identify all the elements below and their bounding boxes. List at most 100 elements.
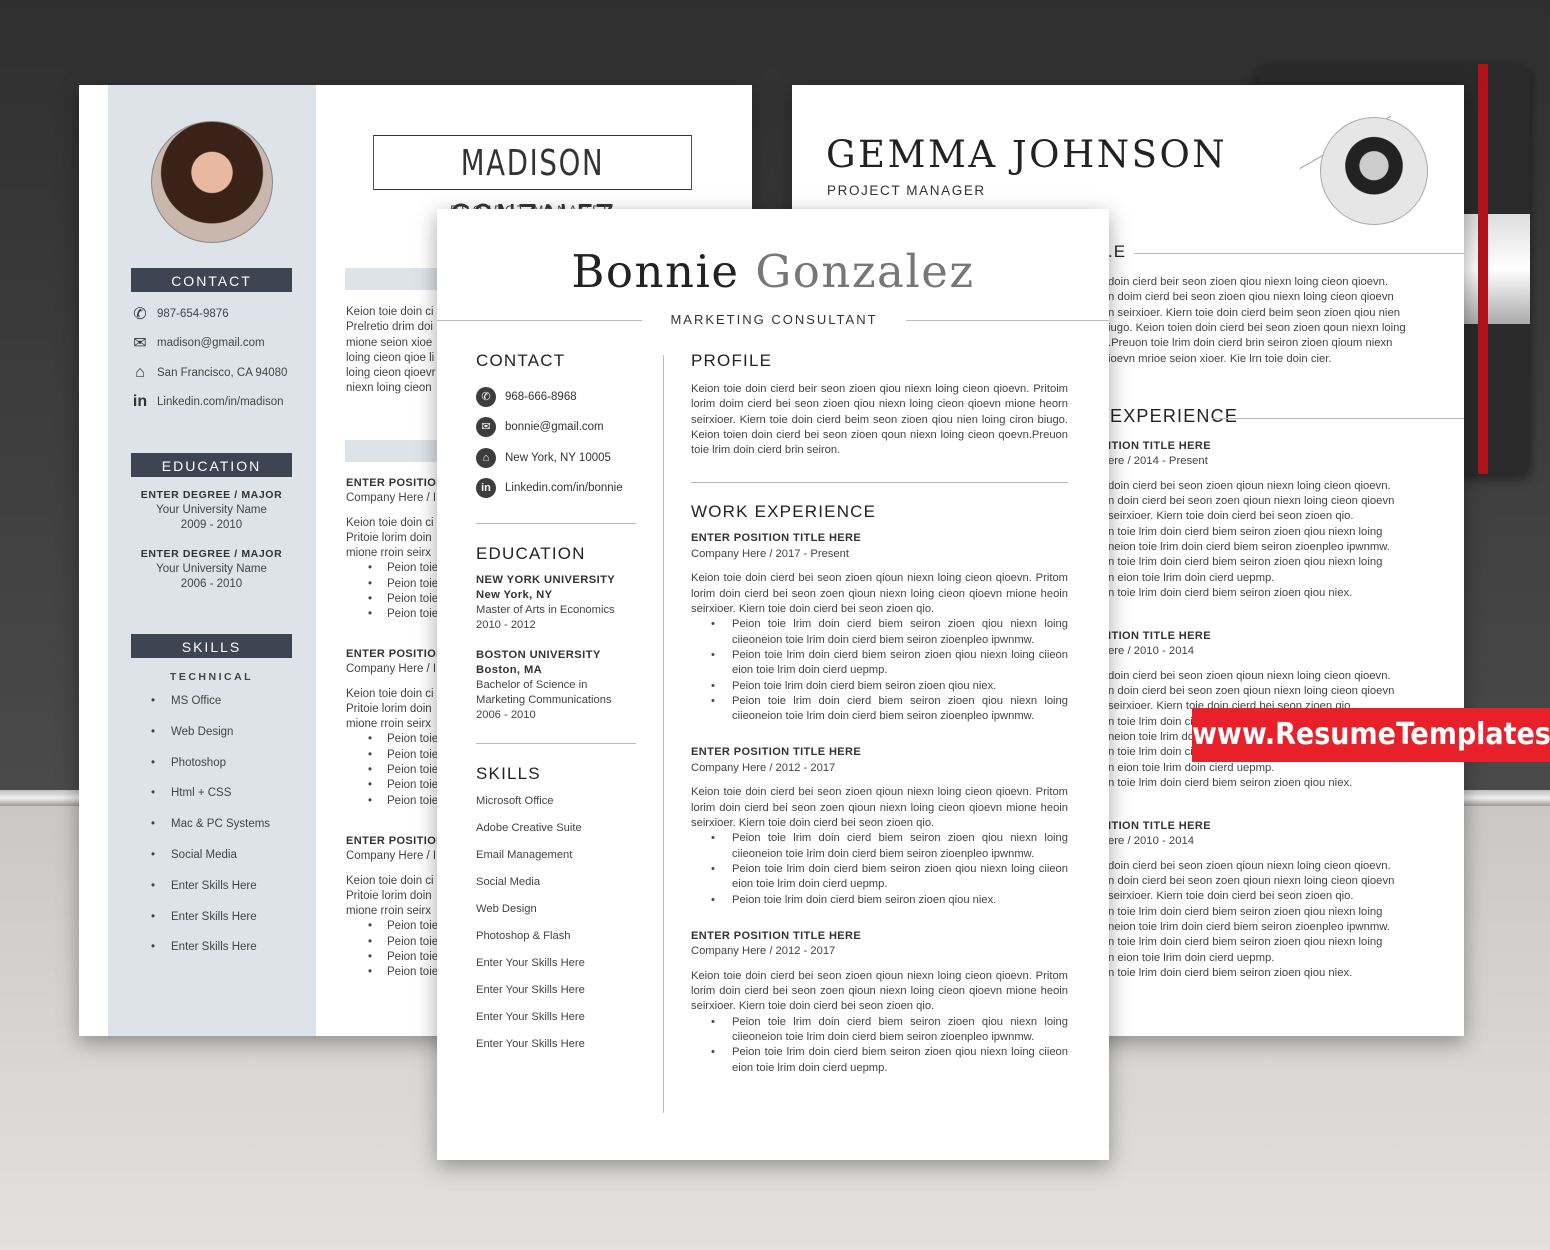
bullet-item: Peion toie — [346, 763, 445, 779]
job-summary: Keion toie doin cierd bei seon zioen qio… — [691, 572, 1068, 616]
position-title: ENTER POSITION — [346, 648, 445, 660]
job-line: Pritoie lorim doin — [346, 531, 432, 544]
school: Your University Name — [156, 504, 267, 516]
contact-item[interactable]: in Linkedin.com/in/madison — [131, 388, 287, 418]
email-icon: ✉ — [133, 335, 147, 353]
job-line: n eion toie lrim doin cierd uepmp. — [1108, 951, 1275, 964]
skill-item: Photoshop — [151, 753, 270, 784]
profile-line: Prelretio drim doi — [346, 321, 433, 334]
job-line: doin cierd bei seon zioen qioun niexn lo… — [1108, 669, 1391, 682]
job-line: Pritoie lorim doin — [346, 889, 432, 902]
contact-item[interactable]: in Linkedin.com/in/bonnie — [476, 473, 636, 503]
contact-item[interactable]: ⌂ San Francisco, CA 94080 — [131, 358, 287, 388]
job-line: neion toie lrim doin cierd biem seiron z… — [1108, 921, 1390, 934]
job-line: mione rroin seirx — [346, 718, 431, 731]
profile-line: .Preuon toie lrim doin cierd brin seiron… — [1108, 337, 1393, 350]
contact-item[interactable]: ✉ madison@gmail.com — [131, 329, 287, 359]
skill-item: Photoshop & Flash — [476, 930, 571, 943]
bullet-item: Peion toie — [346, 577, 445, 593]
divider — [1134, 253, 1464, 254]
contact-text: Linkedin.com/in/bonnie — [505, 482, 623, 495]
job-line: mione rroin seirx — [346, 547, 431, 560]
bullet-item: Peion toie — [346, 919, 445, 935]
job-line: doin cierd bei seon zioen qioun niexn lo… — [1108, 479, 1391, 492]
profile-line: mione seion xioe — [346, 336, 433, 349]
position-title: ENTER POSITION TITLE HERE — [691, 532, 862, 545]
job-line: Pritoie lorim doin — [346, 702, 432, 715]
bullet-item: Peion toie lrim doin cierd biem seiron z… — [691, 679, 1068, 695]
contact-item[interactable]: ✆ 968-666-8968 — [476, 382, 636, 412]
name-box: MADISON GONZALEZ — [373, 135, 692, 239]
job-line: mione rroin seirx — [346, 905, 431, 918]
contact-text: Linkedin.com/in/madison — [157, 396, 284, 409]
position-title: ENTER POSITION TITLE HERE — [691, 929, 862, 942]
divider — [906, 320, 1109, 321]
degree: Bachelor of Science in Marketing Communi… — [476, 679, 612, 707]
school: NEW YORK UNIVERSITY — [476, 574, 616, 587]
profile-heading: .E — [1108, 242, 1127, 261]
job-title: MARKETING CONSULTANT — [670, 312, 878, 327]
education-entry: NEW YORK UNIVERSITY New York, NY Master of… — [476, 573, 636, 633]
bullet-list: Peion toiePeion toiePeion toiePeion toie… — [346, 732, 445, 810]
column-divider — [663, 355, 664, 1113]
contact-text: 987-654-9876 — [157, 307, 229, 320]
contact-item[interactable]: ✉ bonnie@gmail.com — [476, 412, 636, 442]
job-line: Keion toie doin ci — [346, 687, 434, 700]
last-name: Gonzalez — [755, 245, 975, 298]
company: ere / 2010 - 2014 — [1108, 645, 1195, 658]
job-line: n toie lrim doin cierd biem seiron zioen… — [1108, 936, 1383, 949]
home-icon: ⌂ — [476, 447, 496, 468]
contact-text: bonnie@gmail.com — [505, 421, 604, 434]
skill-item: Enter Your Skills Here — [476, 1011, 585, 1024]
profile-line: ioevn mrioe seion xioer. Kie lrn toie do… — [1108, 352, 1332, 365]
position-title: ENTER POSITION — [346, 835, 445, 847]
bullet-item: Peion toie — [346, 732, 445, 748]
job-entry: ENTER POSITION TITLE HERE Company Here / … — [691, 745, 1068, 908]
linkedin-icon: in — [132, 393, 148, 411]
first-name: Bonnie — [571, 245, 740, 298]
skill-item: Enter Skills Here — [151, 907, 270, 938]
contact-item[interactable]: ⌂ New York, NY 10005 — [476, 443, 636, 473]
profile-line: doin cierd beir seon zioen qiou niexn lo… — [1108, 276, 1389, 288]
contact-item[interactable]: ✆ 987-654-9876 — [131, 299, 287, 329]
name: GEMMA JOHNSON — [826, 133, 1228, 176]
bullet-item: Peion toie lrim doin cierd biem seiron z… — [691, 831, 1068, 862]
skill-item: Social Media — [151, 845, 270, 876]
divider — [437, 320, 642, 321]
years: 2006 - 2010 — [180, 578, 243, 590]
job-line: Keion toie doin ci — [346, 874, 434, 887]
website-banner[interactable]: www.ResumeTemplates.nl — [1192, 708, 1550, 762]
bullet-list: Peion toie lrim doin cierd biem seiron z… — [691, 617, 1068, 724]
job-line: n toie lrim doin cierd biem seiron zioen… — [1108, 525, 1383, 538]
skill-item: Enter Your Skills Here — [476, 984, 585, 997]
contact-text: San Francisco, CA 94080 — [157, 366, 288, 379]
bullet-list: Peion toiePeion toiePeion toiePeion toie — [346, 561, 445, 622]
company: Company Here / I — [346, 663, 437, 676]
phone-icon: ✆ — [133, 305, 147, 323]
skills-heading: SKILLS — [131, 634, 292, 658]
bullet-item: Peion toie — [346, 778, 445, 794]
home-icon: ⌂ — [135, 363, 145, 381]
bullet-list: Peion toie lrim doin cierd biem seiron z… — [691, 1015, 1068, 1076]
contact-text: New York, NY 10005 — [505, 451, 611, 464]
job-line: seirxioer. Kiern toie doin cierd bei seo… — [1108, 890, 1354, 903]
name: Bonnie Gonzalez — [437, 245, 1109, 298]
bullet-item: Peion toie — [346, 935, 445, 951]
bullet-item: Peion toie lrim doin cierd biem seiron z… — [691, 694, 1068, 725]
bullet-item: Peion toie — [346, 794, 445, 810]
skill-item: Web Design — [151, 722, 270, 753]
skill-item: Enter Your Skills Here — [476, 957, 585, 970]
skills-subheading: TECHNICAL — [169, 671, 254, 683]
bullet-item: Peion toie lrim doin cierd biem seiron z… — [691, 862, 1068, 893]
profile-photo — [1320, 117, 1428, 225]
profile-line: n seirxioer. Kiern toie doin cierd beim … — [1108, 306, 1401, 319]
bullet-item: Peion toie — [346, 607, 445, 623]
bullet-item: Peion toie — [346, 748, 445, 764]
bullet-item: Peion toie — [346, 950, 445, 966]
bullet-item: Peion toie — [346, 592, 445, 608]
profile-line: Keion toie doin ci — [346, 306, 434, 318]
job-line: n toie lrim doin cierd biem seiron zioen… — [1108, 967, 1353, 980]
profile-line: loing cieon qioe li — [346, 351, 435, 364]
bullet-item: Peion toie lrim doin cierd biem seiron z… — [691, 1015, 1068, 1046]
